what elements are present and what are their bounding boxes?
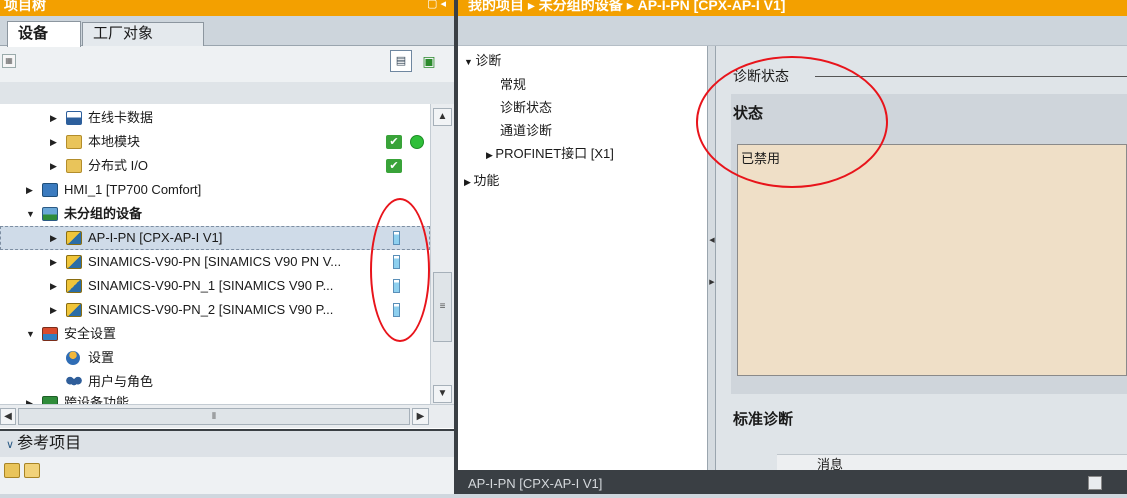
expand-icon[interactable]: ▶ [50,250,57,274]
tab-plant-objects[interactable]: 工厂对象 [82,22,204,46]
profinet-device-icon [66,255,82,269]
diagnostics-nav: ▼ 诊断 常规 诊断状态 通道诊断 ▶ PROFINET接口 [X1] ▶ 功能 [458,46,708,470]
profinet-device-icon [66,279,82,293]
expand-icon[interactable]: ▶ [50,106,57,130]
tree-horizontal-scrollbar[interactable]: ◀ ⦀ ▶ [0,404,454,428]
tree-row-local-modules[interactable]: ▶ 本地模块 ✔ [0,130,430,154]
folder-icon [66,135,82,149]
inspector-bar: AP-I-PN [CPX-AP-I V1] [458,470,1127,494]
tree-row-label: 分布式 I/O [88,158,148,173]
properties-icon[interactable] [1088,476,1102,490]
tree-settings-icon[interactable]: ▦ [2,54,16,68]
chevron-down-icon[interactable]: ∨ [6,439,17,451]
folder-icon [66,159,82,173]
reference-projects-header[interactable]: ∨ 参考项目 [0,429,454,457]
scroll-up-icon[interactable]: ▲ [433,108,452,126]
nav-item-diagnostics[interactable]: ▼ 诊断 [464,50,501,72]
collapse-left-icon[interactable]: ◀ [708,234,716,248]
user-settings-icon [66,351,80,365]
nav-label: PROFINET接口 [X1] [495,146,614,161]
nav-item-general[interactable]: 常规 [500,74,526,96]
cross-device-icon [42,396,58,404]
tree-row-label: 安全设置 [64,326,117,341]
expand-icon[interactable]: ▶ [464,177,473,187]
tree-row-label: 设置 [88,350,115,365]
tree-row-distributed-io[interactable]: ▶ 分布式 I/O ✔ [0,154,430,178]
collapse-icon[interactable]: ▼ [26,202,35,226]
tree-vertical-scrollbar[interactable]: ▲ ≡ ▼ [430,104,454,404]
inspector-title: AP-I-PN [CPX-AP-I V1] [468,476,603,491]
tree-row-hmi[interactable]: ▶ HMI_1 [TP700 Comfort] [0,178,430,202]
standard-diagnostics-header: 标准诊断 [733,411,794,428]
security-icon [42,327,58,341]
expand-icon[interactable]: ▶ [50,298,57,322]
scroll-left-icon[interactable]: ◀ [0,408,16,425]
editor-toolbar [458,16,1127,46]
expand-icon[interactable]: ▶ [486,150,495,160]
expand-icon[interactable]: ▶ [50,274,57,298]
check-icon: ✔ [386,159,402,173]
tab-bar: 设备 工厂对象 [0,16,454,47]
nav-item-diagnostic-status[interactable]: 诊断状态 [500,97,552,119]
tree-row-settings[interactable]: 设置 [0,346,430,370]
nav-item-profinet-interface[interactable]: ▶ PROFINET接口 [X1] [486,143,614,165]
highlight-oval [696,56,888,188]
scroll-thumb[interactable]: ≡ [433,272,452,342]
panel-collapse-icon[interactable]: ▢ ◂ [427,0,446,10]
card-icon [66,111,82,125]
close-project-icon[interactable] [24,463,40,478]
online-status-icon [410,135,424,149]
tree-row-label: AP-I-PN [CPX-AP-I V1] [88,230,223,245]
scroll-right-icon[interactable]: ▶ [412,408,429,425]
scroll-down-icon[interactable]: ▼ [433,385,452,403]
overview-button[interactable]: ▤ [390,50,412,72]
device-tree: ▶ 在线卡数据 ▶ 本地模块 ✔ ▶ 分布式 I/O ✔ ▶ HMI_1 [TP… [0,104,430,404]
tree-row-label: 未分组的设备 [64,206,143,221]
tree-row-label: SINAMICS-V90-PN_1 [SINAMICS V90 P... [88,278,334,293]
tree-row-ungrouped-devices[interactable]: ▼ 未分组的设备 [0,202,430,226]
tab-devices[interactable]: 设备 [7,21,81,47]
highlight-oval [370,198,430,342]
tree-row-label: SINAMICS-V90-PN_2 [SINAMICS V90 P... [88,302,334,317]
users-icon [66,375,82,389]
nav-item-functions[interactable]: ▶ 功能 [464,170,499,192]
reference-toolbar [0,457,454,494]
expand-icon[interactable]: ▶ [26,178,33,202]
tree-row-label: HMI_1 [TP700 Comfort] [64,182,202,197]
nav-label: 功能 [473,173,500,188]
tree-row-online-card-data[interactable]: ▶ 在线卡数据 [0,106,430,130]
tree-row-sinamics-v90-pn[interactable]: ▶ SINAMICS-V90-PN [SINAMICS V90 PN V... [0,250,430,274]
tree-row-label: 在线卡数据 [88,110,154,125]
collapse-icon[interactable]: ▼ [464,57,475,67]
nav-item-channel-diagnostics[interactable]: 通道诊断 [500,120,552,142]
project-tree-title: 项目树 [0,0,454,16]
check-icon: ✔ [386,135,402,149]
tree-row-security-settings[interactable]: ▼ 安全设置 [0,322,430,346]
expand-icon[interactable]: ▶ [26,391,33,404]
tree-row-ap-i-pn[interactable]: ▶ AP-I-PN [CPX-AP-I V1] [0,226,430,250]
tree-row-label: 跨设备功能 [64,395,130,404]
add-device-icon[interactable]: ▣ [418,51,440,71]
expand-icon[interactable]: ▶ [50,154,57,178]
profinet-device-icon [66,303,82,317]
profinet-device-icon [66,231,82,245]
expand-icon[interactable]: ▶ [50,226,57,250]
collapse-icon[interactable]: ▼ [26,322,35,346]
tree-header-strip [0,82,454,104]
device-group-icon [42,207,58,221]
editor-breadcrumb: 我的项目 ▸ 未分组的设备 ▸ AP-I-PN [CPX-AP-I V1] [458,0,1127,16]
tree-row-sinamics-v90-pn-2[interactable]: ▶ SINAMICS-V90-PN_2 [SINAMICS V90 P... [0,298,430,322]
expand-right-icon[interactable]: ▶ [708,276,716,290]
open-project-icon[interactable] [4,463,20,478]
tree-toolbar: ▦ ▤ ▣ [0,46,454,82]
tree-row-sinamics-v90-pn-1[interactable]: ▶ SINAMICS-V90-PN_1 [SINAMICS V90 P... [0,274,430,298]
nav-label: 诊断 [475,53,502,68]
hmi-icon [42,183,58,197]
tree-row-label: SINAMICS-V90-PN [SINAMICS V90 PN V... [88,254,342,269]
tree-row-label: 本地模块 [88,134,141,149]
tree-row-cross-device[interactable]: ▶ 跨设备功能 [0,391,430,404]
expand-icon[interactable]: ▶ [50,130,57,154]
scroll-thumb[interactable]: ⦀ [18,408,410,425]
reference-projects-title: 参考项目 [17,435,82,452]
